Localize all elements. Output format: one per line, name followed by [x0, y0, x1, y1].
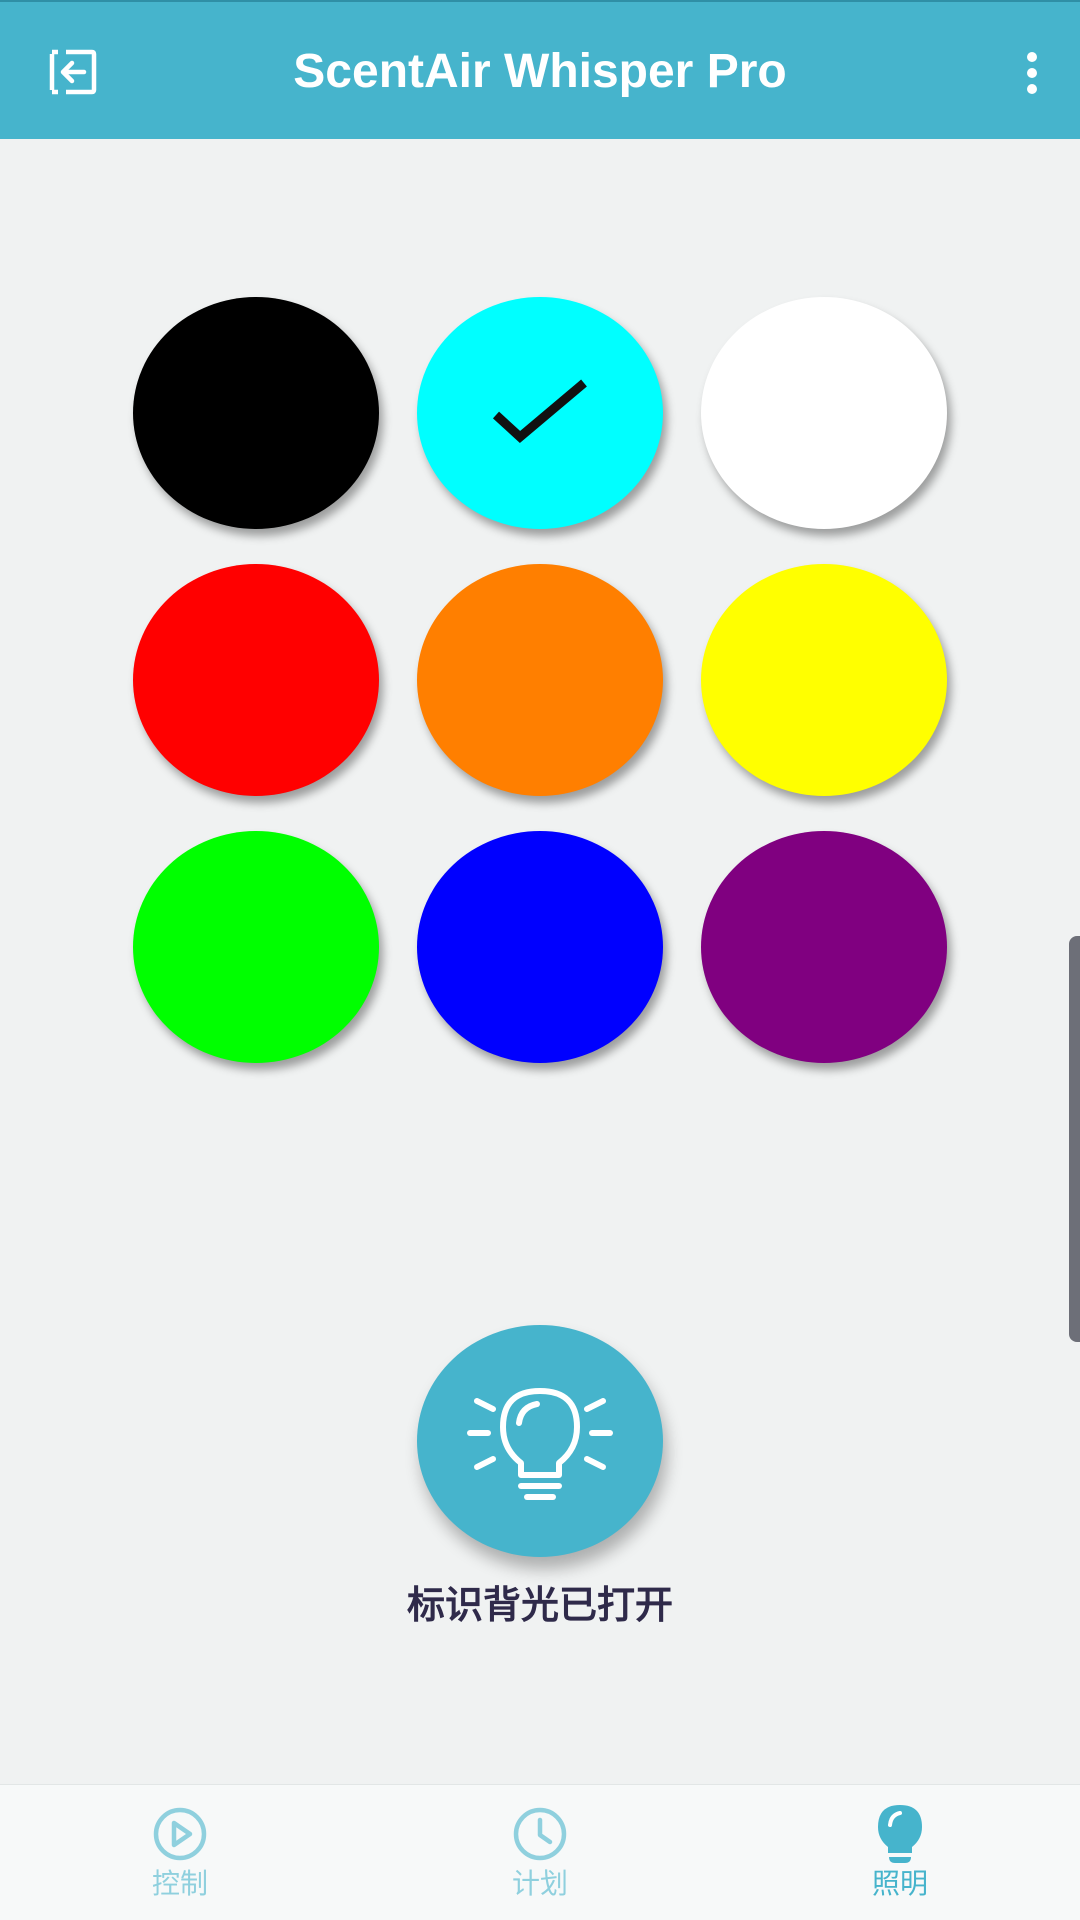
color-swatch-black[interactable] [133, 297, 379, 529]
more-menu-button[interactable] [1012, 42, 1052, 104]
tab-control-label: 控制 [151, 1867, 208, 1900]
lightbulb-icon [467, 1388, 613, 1500]
color-swatch-purple[interactable] [701, 831, 947, 1063]
color-swatch-green[interactable] [133, 831, 379, 1063]
color-swatch-yellow[interactable] [701, 564, 947, 796]
tab-lighting[interactable]: 照明 [800, 1785, 1000, 1920]
color-swatch-white[interactable] [701, 297, 947, 529]
app-header: ScentAir Whisper Pro [0, 0, 1080, 139]
more-vertical-icon [1027, 52, 1037, 94]
play-circle-icon [151, 1805, 209, 1863]
tab-lighting-label: 照明 [871, 1867, 928, 1900]
tab-schedule-label: 计划 [511, 1867, 568, 1900]
tab-schedule[interactable]: 计划 [440, 1785, 640, 1920]
color-swatch-blue[interactable] [417, 831, 663, 1063]
backlight-toggle-button[interactable] [417, 1325, 663, 1557]
lightbulb-icon [871, 1805, 929, 1863]
app-title: ScentAir Whisper Pro [293, 45, 787, 98]
bottom-navigation: 控制 计划 照明 [0, 1784, 1080, 1920]
color-swatch-red[interactable] [133, 564, 379, 796]
checkmark-icon [492, 379, 587, 443]
tab-control[interactable]: 控制 [80, 1785, 280, 1920]
app-screen: ScentAir Whisper Pro 标识背光已打开 控制 计划 照明 [0, 0, 1080, 1920]
color-swatch-cyan[interactable] [417, 297, 663, 529]
backlight-status-text: 标识背光已打开 [406, 1583, 673, 1627]
scrollbar-thumb[interactable] [1069, 936, 1080, 1342]
color-swatch-orange[interactable] [417, 564, 663, 796]
clock-icon [511, 1805, 569, 1863]
